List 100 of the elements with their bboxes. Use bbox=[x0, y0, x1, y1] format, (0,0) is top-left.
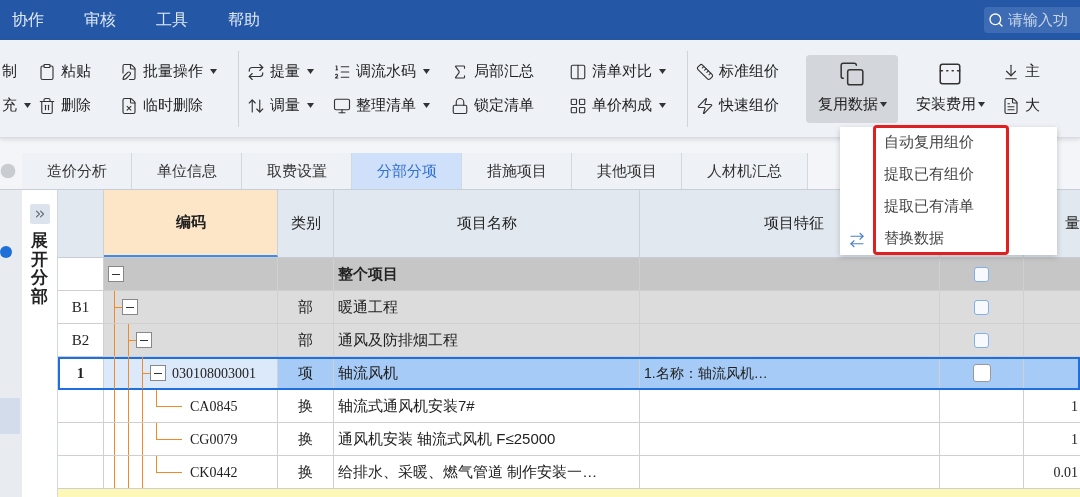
toolbar-button[interactable]: 快速组价 bbox=[696, 94, 806, 117]
caret-icon bbox=[307, 103, 314, 108]
toolbar-button[interactable]: 制 bbox=[2, 60, 38, 83]
toolbar-icon bbox=[696, 62, 714, 81]
toolbar-button[interactable]: 充 bbox=[2, 94, 38, 117]
collapse-toggle-icon[interactable] bbox=[150, 365, 166, 381]
toolbar-button[interactable]: 批量操作 bbox=[120, 60, 230, 83]
table-header-cell[interactable]: 类别 bbox=[278, 190, 334, 257]
large-toolbar-button[interactable]: 复用数据 bbox=[806, 54, 898, 123]
toolbar-button[interactable]: 粘贴 bbox=[38, 60, 120, 83]
name-cell: 轴流风机 bbox=[334, 357, 640, 389]
caret-icon bbox=[659, 69, 666, 74]
toolbar-button[interactable]: 调流水码 bbox=[333, 60, 451, 83]
toolbar-button[interactable]: 单价构成 bbox=[569, 94, 679, 117]
menu-item[interactable]: 协作 bbox=[12, 8, 44, 32]
large-toolbar-button[interactable]: 安装费用 bbox=[904, 54, 996, 123]
collapse-toggle-icon[interactable] bbox=[136, 332, 152, 348]
toolbar-icon bbox=[696, 96, 714, 115]
search-field[interactable]: 请输入功 bbox=[984, 7, 1080, 33]
table-row[interactable]: CA0845 换 轴流式通风机安装7# 1 bbox=[58, 390, 1080, 423]
menu-option[interactable]: 自动复用组价 bbox=[884, 129, 1006, 155]
name-cell: 给排水、采暖、燃气管道 制作安装一… bbox=[334, 456, 640, 488]
toolbar-icon bbox=[38, 96, 56, 115]
table-row[interactable]: 整个项目 bbox=[58, 258, 1080, 291]
row-number-cell: B2 bbox=[58, 324, 104, 356]
toolbar-button[interactable]: 调量 bbox=[247, 94, 333, 117]
panel-label: 展开分部 bbox=[31, 232, 48, 307]
code-text: CA0845 bbox=[190, 397, 238, 416]
tab[interactable]: 造价分析 bbox=[22, 153, 132, 189]
collapse-toggle-icon[interactable] bbox=[108, 266, 124, 282]
caret-icon bbox=[24, 103, 31, 108]
name-cell: 通风及防排烟工程 bbox=[334, 324, 640, 356]
replace-icon bbox=[847, 231, 866, 249]
type-cell: 项 bbox=[278, 357, 334, 389]
toolbar-button[interactable]: 清单对比 bbox=[569, 60, 679, 83]
toolbar-icon bbox=[451, 96, 469, 115]
tab[interactable]: 单位信息 bbox=[132, 153, 242, 189]
type-cell: 换 bbox=[278, 390, 334, 422]
checkbox[interactable] bbox=[974, 266, 989, 282]
toolbar-button[interactable]: 删除 bbox=[38, 94, 120, 117]
tab[interactable]: 措施项目 bbox=[462, 153, 572, 189]
toolbar-icon bbox=[937, 61, 963, 88]
type-cell: 部 bbox=[278, 324, 334, 356]
toolbar-button[interactable]: 主 bbox=[1002, 60, 1062, 83]
name-cell: 整个项目 bbox=[334, 258, 640, 290]
toolbar-button[interactable]: 标准组价 bbox=[696, 60, 806, 83]
caret-icon bbox=[879, 102, 887, 107]
table-row[interactable]: 1 030108003001 项 轴流风机 1.名称：轴流风机… bbox=[58, 357, 1080, 390]
toolbar-icon bbox=[1002, 62, 1020, 81]
name-cell: 通风机安装 轴流式风机 F≤25000 bbox=[334, 423, 640, 455]
code-text: CK0442 bbox=[190, 463, 238, 482]
caret-icon bbox=[423, 69, 430, 74]
menu-item[interactable]: 工具 bbox=[156, 8, 188, 32]
caret-icon bbox=[423, 103, 430, 108]
table-header-cell[interactable]: 项目名称 bbox=[334, 190, 640, 257]
toolbar-button[interactable]: 临时删除 bbox=[120, 94, 230, 117]
toolbar-icon bbox=[247, 96, 265, 115]
type-cell: 部 bbox=[278, 291, 334, 323]
row-number-cell: B1 bbox=[58, 291, 104, 323]
table-header-cell[interactable]: 编码 bbox=[104, 190, 278, 257]
table-row[interactable]: CG0079 换 通风机安装 轴流式风机 F≤25000 1 bbox=[58, 423, 1080, 456]
menu-option[interactable]: 提取已有组价 bbox=[884, 161, 1006, 187]
amount-cell-text: 1 bbox=[1070, 397, 1079, 416]
toolbar-icon bbox=[38, 62, 56, 81]
checkbox[interactable] bbox=[974, 332, 989, 348]
checkbox[interactable] bbox=[972, 364, 991, 382]
amount-cell-text: 0.01 bbox=[1052, 463, 1079, 482]
toolbar-button[interactable]: 锁定清单 bbox=[451, 94, 569, 117]
caret-icon bbox=[307, 69, 314, 74]
code-text: CG0079 bbox=[190, 430, 238, 449]
toolbar-icon bbox=[1002, 96, 1020, 115]
toolbar-icon bbox=[247, 62, 265, 81]
toolbar-button[interactable]: 大 bbox=[1002, 94, 1062, 117]
name-cell: 轴流式通风机安装7# bbox=[334, 390, 640, 422]
menu-item[interactable]: 帮助 bbox=[228, 8, 260, 32]
tab[interactable]: 分部分项 bbox=[352, 153, 462, 189]
tab[interactable]: 取费设置 bbox=[242, 153, 352, 189]
tab[interactable]: 其他项目 bbox=[572, 153, 682, 189]
toolbar-button[interactable]: 局部汇总 bbox=[451, 60, 569, 83]
code-text: 030108003001 bbox=[172, 364, 256, 383]
table-row[interactable]: B2 部 通风及防排烟工程 bbox=[58, 324, 1080, 357]
toolbar-button[interactable]: 提量 bbox=[247, 60, 333, 83]
checkbox[interactable] bbox=[974, 299, 989, 315]
toolbar-icon bbox=[120, 62, 138, 81]
tab[interactable]: 人材机汇总 bbox=[682, 153, 808, 189]
expand-button[interactable] bbox=[29, 204, 50, 224]
toolbar-icon bbox=[569, 62, 587, 81]
caret-icon bbox=[977, 102, 985, 107]
table-row[interactable]: CK0442 换 给排水、采暖、燃气管道 制作安装一… 0.01 bbox=[58, 456, 1080, 489]
name-cell: 暖通工程 bbox=[334, 291, 640, 323]
table-row[interactable]: B1 部 暖通工程 bbox=[58, 291, 1080, 324]
type-cell: 换 bbox=[278, 423, 334, 455]
toolbar-icon bbox=[839, 61, 865, 88]
collapse-toggle-icon[interactable] bbox=[122, 299, 138, 315]
toolbar-icon bbox=[333, 96, 351, 115]
menu-item[interactable]: 审核 bbox=[84, 8, 116, 32]
type-cell: 换 bbox=[278, 456, 334, 488]
toolbar-button[interactable]: 整理清单 bbox=[333, 94, 451, 117]
toolbar-icon bbox=[333, 62, 351, 81]
row-number-cell: 1 bbox=[58, 357, 104, 389]
